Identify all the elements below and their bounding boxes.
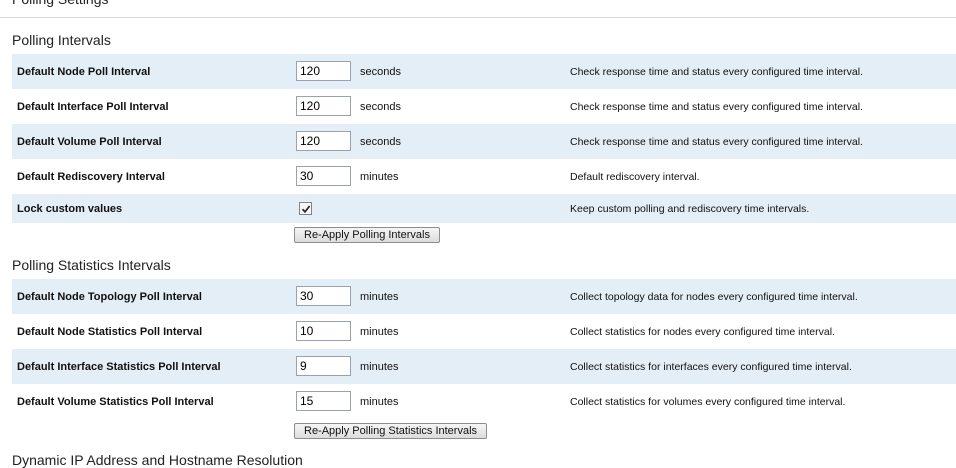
rediscovery-interval-label: Default Rediscovery Interval (17, 170, 165, 183)
volume-poll-interval-unit: seconds (360, 135, 401, 148)
node-statistics-poll-interval-label: Default Node Statistics Poll Interval (17, 325, 203, 338)
page-header-partial: Polling Settings (12, 0, 109, 7)
node-poll-interval-label: Default Node Poll Interval (17, 65, 151, 78)
rediscovery-interval-unit: minutes (360, 170, 399, 183)
interface-statistics-poll-interval-unit: minutes (360, 360, 399, 373)
polling-statistics-intervals-title: Polling Statistics Intervals (12, 257, 171, 273)
interface-statistics-poll-interval-label: Default Interface Statistics Poll Interv… (17, 360, 221, 373)
interface-poll-interval-unit: seconds (360, 100, 401, 113)
interface-poll-interval-label: Default Interface Poll Interval (17, 100, 169, 113)
volume-poll-interval-label: Default Volume Poll Interval (17, 135, 162, 148)
node-statistics-poll-interval-description: Collect statistics for nodes every confi… (570, 325, 835, 338)
reapply-polling-intervals-button[interactable]: Re-Apply Polling Intervals (294, 227, 440, 243)
volume-poll-interval-input[interactable] (296, 131, 351, 151)
row-volume-poll-interval: Default Volume Poll Interval seconds Che… (12, 124, 956, 159)
volume-poll-interval-description: Check response time and status every con… (570, 135, 863, 148)
rediscovery-interval-description: Default rediscovery interval. (570, 170, 700, 183)
node-poll-interval-unit: seconds (360, 65, 401, 78)
node-statistics-poll-interval-unit: minutes (360, 325, 399, 338)
lock-custom-values-checkbox[interactable] (299, 202, 312, 215)
row-node-statistics-poll-interval: Default Node Statistics Poll Interval mi… (12, 314, 956, 349)
reapply-polling-statistics-intervals-button[interactable]: Re-Apply Polling Statistics Intervals (294, 423, 488, 439)
row-interface-statistics-poll-interval: Default Interface Statistics Poll Interv… (12, 349, 956, 384)
node-poll-interval-description: Check response time and status every con… (570, 65, 863, 78)
lock-custom-values-label: Lock custom values (17, 202, 123, 215)
row-volume-statistics-poll-interval: Default Volume Statistics Poll Interval … (12, 384, 956, 419)
row-interface-poll-interval: Default Interface Poll Interval seconds … (12, 89, 956, 124)
volume-statistics-poll-interval-unit: minutes (360, 395, 399, 408)
polling-intervals-title: Polling Intervals (12, 32, 111, 48)
node-topology-poll-interval-description: Collect topology data for nodes every co… (570, 290, 858, 303)
volume-statistics-poll-interval-label: Default Volume Statistics Poll Interval (17, 395, 214, 408)
node-topology-poll-interval-label: Default Node Topology Poll Interval (17, 290, 202, 303)
node-topology-poll-interval-input[interactable] (296, 286, 351, 306)
interface-statistics-poll-interval-input[interactable] (296, 356, 351, 376)
rediscovery-interval-input[interactable] (296, 166, 351, 186)
node-topology-poll-interval-unit: minutes (360, 290, 399, 303)
row-rediscovery-interval: Default Rediscovery Interval minutes Def… (12, 159, 956, 194)
checkmark-icon (301, 204, 310, 213)
row-lock-custom-values: Lock custom values Keep custom polling a… (12, 194, 956, 223)
top-header-bar: Polling Settings (0, 0, 956, 18)
lock-custom-values-description: Keep custom polling and rediscovery time… (570, 202, 810, 215)
interface-poll-interval-description: Check response time and status every con… (570, 100, 863, 113)
row-node-topology-poll-interval: Default Node Topology Poll Interval minu… (12, 279, 956, 314)
volume-statistics-poll-interval-input[interactable] (296, 391, 351, 411)
interface-poll-interval-input[interactable] (296, 96, 351, 116)
dynamic-ip-resolution-title: Dynamic IP Address and Hostname Resoluti… (12, 452, 303, 468)
volume-statistics-poll-interval-description: Collect statistics for volumes every con… (570, 395, 846, 408)
node-statistics-poll-interval-input[interactable] (296, 321, 351, 341)
node-poll-interval-input[interactable] (296, 61, 351, 81)
interface-statistics-poll-interval-description: Collect statistics for interfaces every … (570, 360, 852, 373)
row-node-poll-interval: Default Node Poll Interval seconds Check… (12, 54, 956, 89)
